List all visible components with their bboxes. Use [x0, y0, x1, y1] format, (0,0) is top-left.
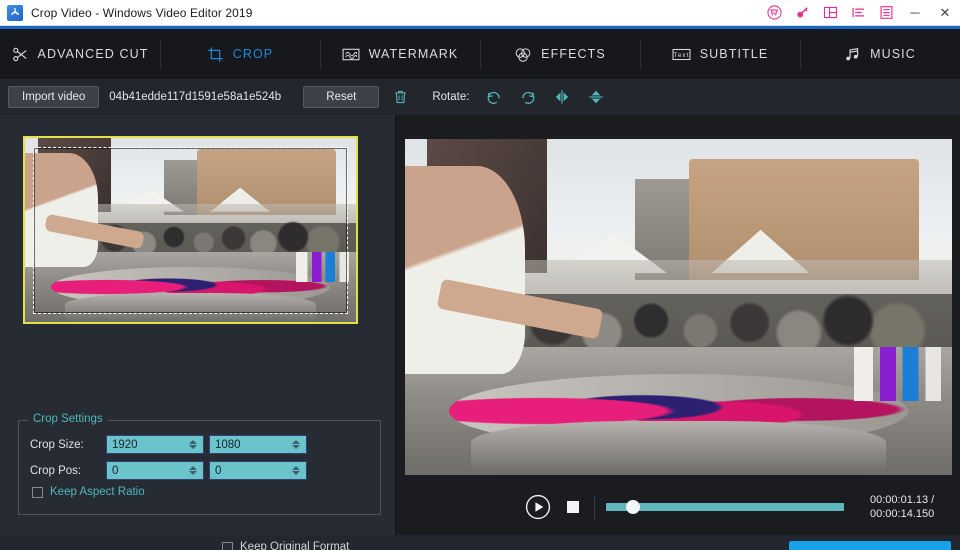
crop-size-row: Crop Size: 1920 1080 — [30, 435, 307, 454]
crop-left-panel: Crop Settings Crop Size: 1920 1080 Crop … — [0, 115, 396, 550]
svg-text:Text: Text — [673, 52, 689, 59]
crop-height-input[interactable]: 1080 — [209, 435, 307, 454]
crop-toolbar: Import video 04b41edde117d1591e58a1e524b… — [0, 79, 960, 115]
tab-subtitle[interactable]: Text SUBTITLE — [640, 29, 800, 79]
checkbox-box — [32, 486, 43, 498]
checkbox-box — [222, 541, 233, 550]
play-icon[interactable] — [525, 494, 551, 520]
tab-label: MUSIC — [870, 47, 916, 61]
crop-icon — [207, 46, 224, 63]
flip-horizontal-icon[interactable] — [553, 88, 571, 106]
tab-music[interactable]: MUSIC — [800, 29, 960, 79]
cart-icon[interactable] — [760, 0, 788, 26]
crop-pos-x-value: 0 — [112, 464, 119, 477]
seek-handle[interactable] — [626, 500, 640, 514]
scissors-icon — [12, 46, 29, 63]
tab-label: WATERMARK — [368, 47, 459, 61]
rotate-counterclockwise-icon[interactable] — [485, 88, 503, 106]
rotate-label: Rotate: — [432, 91, 470, 103]
minimize-button[interactable]: ─ — [900, 0, 930, 26]
player-controls: 00:00:01.13 / 00:00:14.150 — [405, 485, 952, 529]
flip-vertical-icon[interactable] — [587, 88, 605, 106]
video-preview[interactable] — [405, 139, 952, 475]
tab-effects[interactable]: EFFECTS — [480, 29, 640, 79]
layout-icon[interactable] — [816, 0, 844, 26]
app-icon — [7, 4, 23, 21]
video-frame-image — [405, 139, 952, 475]
tab-advanced-cut[interactable]: ADVANCED CUT — [0, 29, 160, 79]
subtitle-icon: Text — [672, 47, 691, 62]
crop-size-label: Crop Size: — [30, 438, 84, 451]
keep-aspect-ratio-checkbox[interactable]: Keep Aspect Ratio — [32, 486, 145, 498]
crop-settings-group: Crop Settings Crop Size: 1920 1080 Crop … — [18, 413, 381, 515]
crop-source-thumbnail[interactable] — [23, 136, 358, 324]
crop-pos-label: Crop Pos: — [30, 464, 82, 477]
crop-pos-y-stepper[interactable] — [292, 463, 302, 478]
tab-label: SUBTITLE — [699, 47, 769, 61]
crop-width-input[interactable]: 1920 — [106, 435, 204, 454]
key-icon[interactable] — [788, 0, 816, 26]
crop-pos-x-input[interactable]: 0 — [106, 461, 204, 480]
crop-height-stepper[interactable] — [292, 437, 302, 452]
tab-label: CROP — [232, 47, 274, 61]
close-button[interactable]: ✕ — [930, 0, 960, 26]
crop-pos-y-input[interactable]: 0 — [209, 461, 307, 480]
title-bar: Crop Video - Windows Video Editor 2019 ─… — [0, 0, 960, 26]
effects-icon — [514, 46, 532, 63]
menu-icon[interactable] — [872, 0, 900, 26]
import-video-button[interactable]: Import video — [8, 86, 100, 108]
tab-label: EFFECTS — [541, 47, 606, 61]
reset-button[interactable]: Reset — [303, 86, 380, 108]
tab-crop[interactable]: CROP — [160, 29, 320, 79]
crop-pos-row: Crop Pos: 0 0 — [30, 461, 307, 480]
window-title: Crop Video - Windows Video Editor 2019 — [31, 5, 253, 20]
crop-width-value: 1920 — [112, 438, 138, 451]
export-button[interactable] — [789, 541, 951, 550]
keep-aspect-ratio-label: Keep Aspect Ratio — [50, 486, 145, 498]
crop-pos-y-value: 0 — [215, 464, 222, 477]
crop-settings-legend: Crop Settings — [28, 413, 108, 425]
preview-panel: 00:00:01.13 / 00:00:14.150 — [396, 115, 960, 550]
crop-selection-marquee[interactable] — [33, 147, 348, 314]
crop-height-value: 1080 — [215, 438, 241, 451]
music-icon — [844, 46, 861, 63]
current-file-name: 04b41edde117d1591e58a1e524b — [109, 91, 282, 103]
seek-slider[interactable] — [606, 500, 844, 514]
list-icon[interactable] — [844, 0, 872, 26]
tab-label: ADVANCED CUT — [37, 47, 149, 61]
keep-original-format-label: Keep Original Format — [240, 541, 350, 550]
rotate-clockwise-icon[interactable] — [519, 88, 537, 106]
app-window: Crop Video - Windows Video Editor 2019 ─… — [0, 0, 960, 550]
keep-original-format-checkbox[interactable]: Keep Original Format — [222, 541, 349, 550]
stop-icon[interactable] — [567, 501, 579, 513]
time-display: 00:00:01.13 / 00:00:14.150 — [870, 494, 935, 520]
trash-icon[interactable] — [393, 89, 408, 105]
crop-width-stepper[interactable] — [189, 437, 199, 452]
tab-watermark[interactable]: WATERMARK — [320, 29, 480, 79]
title-bar-actions: ─ ✕ — [760, 0, 960, 26]
player-divider — [594, 495, 595, 519]
crop-pos-x-stepper[interactable] — [189, 463, 199, 478]
watermark-icon — [342, 46, 360, 63]
main-tab-bar: ADVANCED CUT CROP WATERMARK EFFECTS Text… — [0, 29, 960, 79]
